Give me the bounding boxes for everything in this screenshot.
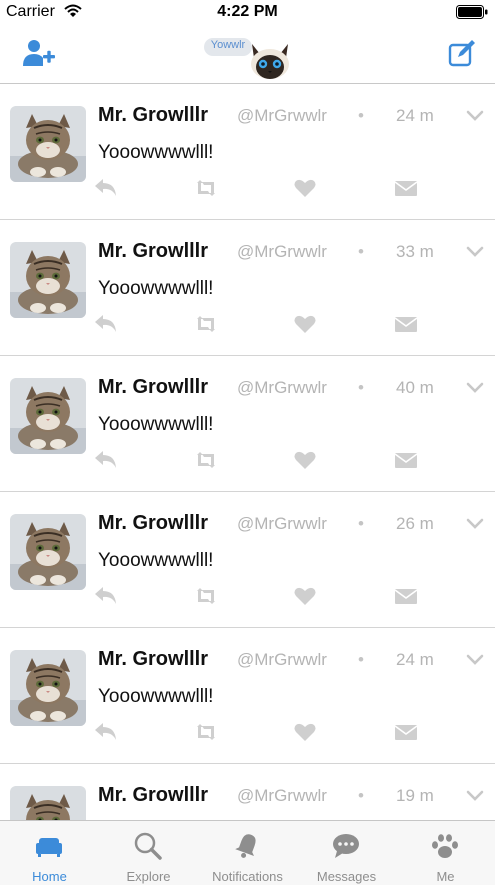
tweet-text: Yooowwwwlll!: [98, 278, 214, 299]
chevron-down-icon[interactable]: [466, 790, 484, 802]
tweet-author-name[interactable]: Mr. Growlllr: [98, 512, 208, 535]
tweet-author-name[interactable]: Mr. Growlllr: [98, 376, 208, 399]
tab-label-home: Home: [32, 869, 67, 884]
add-user-icon[interactable]: [22, 39, 56, 67]
avatar[interactable]: [10, 786, 86, 820]
status-bar: Carrier 4:22 PM: [0, 0, 495, 24]
tweet-text: Yooowwwwlll!: [98, 550, 214, 571]
tweet-row[interactable]: Mr. Growlllr @MrGrwwlr • 33 m Yooowwwwll…: [0, 220, 495, 356]
message-icon[interactable]: [394, 450, 418, 470]
status-time: 4:22 PM: [217, 3, 278, 20]
tweet-timestamp: 24 m: [396, 650, 434, 669]
tweet-author-handle[interactable]: @MrGrwwlr: [237, 378, 327, 398]
reply-icon[interactable]: [94, 314, 118, 334]
tweet-timestamp: 40 m: [396, 378, 434, 397]
tweet-author-handle[interactable]: @MrGrwwlr: [237, 106, 327, 126]
tweet-author-handle[interactable]: @MrGrwwlr: [237, 650, 327, 670]
message-icon[interactable]: [394, 178, 418, 198]
kitten-avatar-image: [10, 106, 86, 182]
tweet-separator: •: [358, 106, 364, 125]
tweet-author-name[interactable]: Mr. Growlllr: [98, 104, 208, 127]
siamese-cat-icon: [251, 44, 289, 79]
chevron-down-icon[interactable]: [466, 246, 484, 258]
retweet-icon[interactable]: [194, 314, 218, 334]
tweet-row[interactable]: Mr. Growlllr @MrGrwwlr • 40 m Yooowwwwll…: [0, 356, 495, 492]
tweet-author-handle[interactable]: @MrGrwwlr: [237, 786, 327, 806]
tab-me[interactable]: Me: [396, 821, 495, 885]
tweet-text: Yooowwwwlll!: [98, 414, 214, 435]
tweet-separator: •: [358, 514, 364, 533]
avatar[interactable]: [10, 514, 86, 590]
chevron-down-icon[interactable]: [466, 382, 484, 394]
avatar[interactable]: [10, 106, 86, 182]
tweet-timestamp: 24 m: [396, 106, 434, 125]
retweet-icon[interactable]: [194, 178, 218, 198]
tweet-feed[interactable]: Mr. Growlllr @MrGrwwlr • 24 m Yooowwwwll…: [0, 84, 495, 820]
kitten-avatar-image: [10, 242, 86, 318]
tweet-author-handle[interactable]: @MrGrwwlr: [237, 514, 327, 534]
app-logo: Yowwlr: [204, 36, 296, 80]
tweet-timestamp: 33 m: [396, 242, 434, 261]
tab-label-notifications: Notifications: [212, 869, 283, 884]
reply-icon[interactable]: [94, 722, 118, 742]
tweet-author-name[interactable]: Mr. Growlllr: [98, 648, 208, 671]
kitten-avatar-image: [10, 378, 86, 454]
tweet-text: Yooowwwwlll!: [98, 686, 214, 707]
retweet-icon[interactable]: [194, 586, 218, 606]
like-icon[interactable]: [293, 722, 317, 742]
compose-icon[interactable]: [448, 39, 476, 67]
tweet-separator: •: [358, 786, 364, 805]
nav-bar: Yowwlr: [0, 24, 495, 84]
kitten-avatar-image: [10, 650, 86, 726]
like-icon[interactable]: [293, 450, 317, 470]
tweet-separator: •: [358, 242, 364, 261]
tweet-row[interactable]: Mr. Growlllr @MrGrwwlr • 24 m Yooowwwwll…: [0, 628, 495, 764]
paw-icon: [432, 834, 458, 858]
tab-messages[interactable]: Messages: [297, 821, 396, 885]
tab-home[interactable]: Home: [0, 821, 99, 885]
tweet-author-name[interactable]: Mr. Growlllr: [98, 240, 208, 263]
tab-notifications[interactable]: Notifications: [198, 821, 297, 885]
tweet-separator: •: [358, 378, 364, 397]
chat-bubble-icon: [333, 834, 359, 858]
chevron-down-icon[interactable]: [466, 110, 484, 122]
tab-label-messages: Messages: [316, 869, 377, 884]
tweet-separator: •: [358, 650, 364, 669]
avatar[interactable]: [10, 650, 86, 726]
like-icon[interactable]: [293, 314, 317, 334]
magnifier-icon: [134, 832, 162, 860]
message-icon[interactable]: [394, 314, 418, 334]
tab-label-me: Me: [436, 869, 455, 884]
message-icon[interactable]: [394, 586, 418, 606]
logo-text: Yowwlr: [210, 39, 246, 51]
avatar[interactable]: [10, 378, 86, 454]
tab-bar: Home Explore Notifications Messages Me: [0, 820, 495, 885]
tweet-text: Yooowwwwlll!: [98, 142, 214, 163]
tweet-row[interactable]: Mr. Growlllr @MrGrwwlr • 24 m Yooowwwwll…: [0, 84, 495, 220]
tweet-author-handle[interactable]: @MrGrwwlr: [237, 242, 327, 262]
reply-icon[interactable]: [94, 586, 118, 606]
kitten-avatar-image: [10, 786, 86, 820]
like-icon[interactable]: [293, 178, 317, 198]
reply-icon[interactable]: [94, 178, 118, 198]
tweet-row[interactable]: Mr. Growlllr @MrGrwwlr • 26 m Yooowwwwll…: [0, 492, 495, 628]
tweet-timestamp: 26 m: [396, 514, 434, 533]
sofa-icon: [36, 838, 62, 857]
retweet-icon[interactable]: [194, 450, 218, 470]
tweet-timestamp: 19 m: [396, 786, 434, 805]
tweet-row[interactable]: Mr. Growlllr @MrGrwwlr • 19 m: [0, 764, 495, 820]
bell-icon: [235, 834, 256, 858]
tab-explore[interactable]: Explore: [99, 821, 198, 885]
chevron-down-icon[interactable]: [466, 654, 484, 666]
battery-icon: [456, 5, 488, 19]
retweet-icon[interactable]: [194, 722, 218, 742]
tab-label-explore: Explore: [126, 869, 171, 884]
message-icon[interactable]: [394, 722, 418, 742]
kitten-avatar-image: [10, 514, 86, 590]
reply-icon[interactable]: [94, 450, 118, 470]
like-icon[interactable]: [293, 586, 317, 606]
chevron-down-icon[interactable]: [466, 518, 484, 530]
tweet-author-name[interactable]: Mr. Growlllr: [98, 784, 208, 807]
avatar[interactable]: [10, 242, 86, 318]
